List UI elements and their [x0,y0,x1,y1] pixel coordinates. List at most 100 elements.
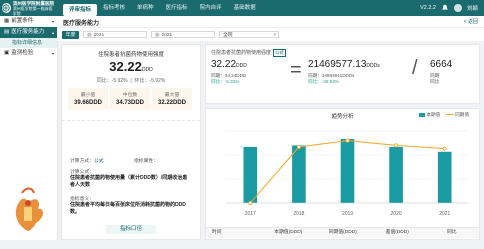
formula-label: 计算公式： [70,170,94,175]
equals-icon: = [290,59,302,81]
point-same-period-2021 [442,146,447,151]
col-yoy: 同比 [446,230,457,235]
stat-label: 中位数 [122,93,138,98]
calc-label: 计算方式： [70,159,94,164]
denominator-value: 6664 [430,59,453,70]
stat-median: 中位数 34.73DDD [110,88,150,110]
sidebar-subitem-indicator-detail[interactable]: 指标详细信息 [0,38,57,48]
monitor-icon: ▣ [4,50,10,56]
year-button[interactable]: 年度 [62,31,79,39]
meaning-label: 指标意义： [70,197,94,202]
denominator-yoy: 同比 [430,79,440,84]
end-date-field[interactable]: ▦ 2021 [151,31,215,38]
numerator-yoy: 同比：-38.63% [308,79,339,84]
point-same-period-2018 [296,144,301,149]
indicator-formula-row: 住院患者抗菌药物使用强度 公式 32.22DDD 同期：34.24DDD 同比：-5… [205,44,480,104]
start-date-field[interactable]: ▦ 2021 [83,31,147,38]
start-date-value: 2021 [93,33,105,38]
bell-icon[interactable] [441,4,449,12]
chart-icon: ▤ [4,29,10,35]
trend-chart-card: 趋势分析 本期值 同期值 2017 2018 2019 2020 2021 时间 本期值… [205,108,480,240]
sidebar: ▦ 前置条件 ▾ ▤ 医疗服务能力 ▴ 指标详细信息 ▣ 监测检验 ▾ [0,16,58,240]
bar-current-2017 [243,147,258,203]
stat-max: 最大值 32.22DDD [152,88,192,110]
col-same-period: 同期值(DDD) [328,230,357,235]
yoy-ratio: 同比：-5.92% [96,78,128,84]
back-button[interactable]: < 返回 [464,18,478,25]
chevron-down-icon: ▾ [51,19,54,24]
nav-single-disease[interactable]: 单病种 [131,0,160,16]
logo-subtitle: 滨州医学院第一临床医学院 [12,5,53,16]
x-tick-label: 2020 [391,211,402,217]
chart-legend: 本期值 同期值 [419,112,469,118]
indicator-title: 住院患者抗菌药物使用强度 [97,52,164,58]
nav-self-evaluation[interactable]: 院内自评 [194,0,228,16]
indicator-summary-card: 住院患者抗菌药物使用强度 32.22DDD 同比：-5.92% | 环比：-5.… [61,44,201,240]
top-bar: 滨州医学院附属医院 滨州医学院第一临床医学院 评审指标 指标考核 单病种 医疗指… [0,0,484,16]
department-select[interactable]: 全院 ▾ [219,31,279,38]
formula-badge: 公式 [273,49,286,57]
legend-item-current[interactable]: 本期值 [419,112,440,118]
calc-method: 计算方式：公式 [70,157,104,164]
sidebar-item-label: 监测检验 [11,50,34,56]
stat-value: 34.73DDD [115,100,144,106]
calendar-icon: ▦ [87,33,92,38]
bar-current-2019 [340,139,355,203]
indicator-value-number: 32.22 [109,59,142,74]
main-content: 医疗服务能力 < 返回 年度 ▦ 2021 ▦ 2021 全院 ▾ 住院患者抗菌药物… [57,16,484,240]
indicator-ratios: 同比：-5.92% | 环比：-5.92% [96,78,166,84]
result-value: 32.22DDD [211,59,247,70]
result-sub: 同期：34.24DDD 同比：-5.92% [211,73,246,85]
filter-bar: 年度 ▦ 2021 ▦ 2021 全院 ▾ [57,27,484,41]
legend-item-same-period[interactable]: 同期值 [446,112,469,118]
denominator-sub: 同期 同比 [430,73,439,85]
bar-current-2018 [292,145,306,203]
result-value-number: 32.22 [211,59,237,70]
sidebar-item-label: 医疗服务能力 [11,29,45,35]
sidebar-item-service-capacity[interactable]: ▤ 医疗服务能力 ▴ [0,27,57,38]
legend-label: 本期值 [426,112,441,117]
formula-card-title-text: 住院患者抗菌药物使用强度 [211,50,272,56]
sidebar-item-prerequisites[interactable]: ▦ 前置条件 ▾ [0,16,57,27]
grid-icon: ▦ [4,18,10,24]
meaning-text: 住院患者平均每日每百张床位所消耗抗菌药物的DDD数。 [70,202,186,215]
result-yoy: 同比：-5.92% [211,79,240,84]
nav-indicator-assessment[interactable]: 指标考核 [97,0,131,16]
indicator-value: 32.22DDD [62,59,200,74]
sidebar-item-label: 前置条件 [11,18,34,24]
user-name[interactable]: 刘颖 [467,4,478,12]
chevron-down-icon: ▾ [273,33,276,38]
col-diff: 差值(DDD) [385,230,409,235]
x-tick-label: 2018 [293,211,304,217]
chevron-up-icon: ▴ [51,30,54,35]
formula-card-title: 住院患者抗菌药物使用强度 公式 [211,49,286,57]
stat-label: 最小值 [80,93,96,98]
department-value: 全院 [223,33,233,38]
mom-ratio: 环比：-5.92% [134,78,166,84]
bar-current-2021 [437,151,452,203]
x-tick-label: 2021 [439,211,450,217]
page-header: 医疗服务能力 < 返回 [57,16,484,27]
indicator-stats: 最小值 39.66DDD 中位数 34.73DDD 最大值 32.22DDD [68,88,192,110]
col-current: 本期值(DDD) [274,230,303,235]
formula-text: 住院患者抗菌药物使用量（累计DDD数）/同期收治患者人天数 [70,175,188,188]
point-same-period-2020 [394,143,399,148]
indicator-caliber-button[interactable]: 指标口径 [106,225,156,234]
nav-medical-indicators[interactable]: 医疗指标 [160,0,194,16]
result-unit: DDD [236,63,247,69]
nav-base-data[interactable]: 基础数据 [228,0,262,16]
stat-value: 39.66DDD [73,100,102,106]
avatar[interactable] [453,4,462,12]
bar-current-2020 [389,147,403,203]
calc-tag: 公式 [94,159,104,164]
top-nav: 评审指标 指标考核 单病种 医疗指标 院内自评 基础数据 [63,0,262,16]
point-same-period-2019 [345,138,350,143]
logo-icon [2,3,11,13]
numerator-unit: DDDs [366,63,380,69]
numerator-sub: 同期：34983941DDDs 同比：-38.63% [308,73,354,85]
nav-evaluation-indicators[interactable]: 评审指标 [63,4,98,16]
phoenix-illustration [15,187,43,231]
x-tick-label: 2019 [342,211,353,217]
numerator-value-number: 21469577.13 [308,59,367,70]
sidebar-item-monitoring[interactable]: ▣ 监测检验 ▾ [0,48,57,59]
